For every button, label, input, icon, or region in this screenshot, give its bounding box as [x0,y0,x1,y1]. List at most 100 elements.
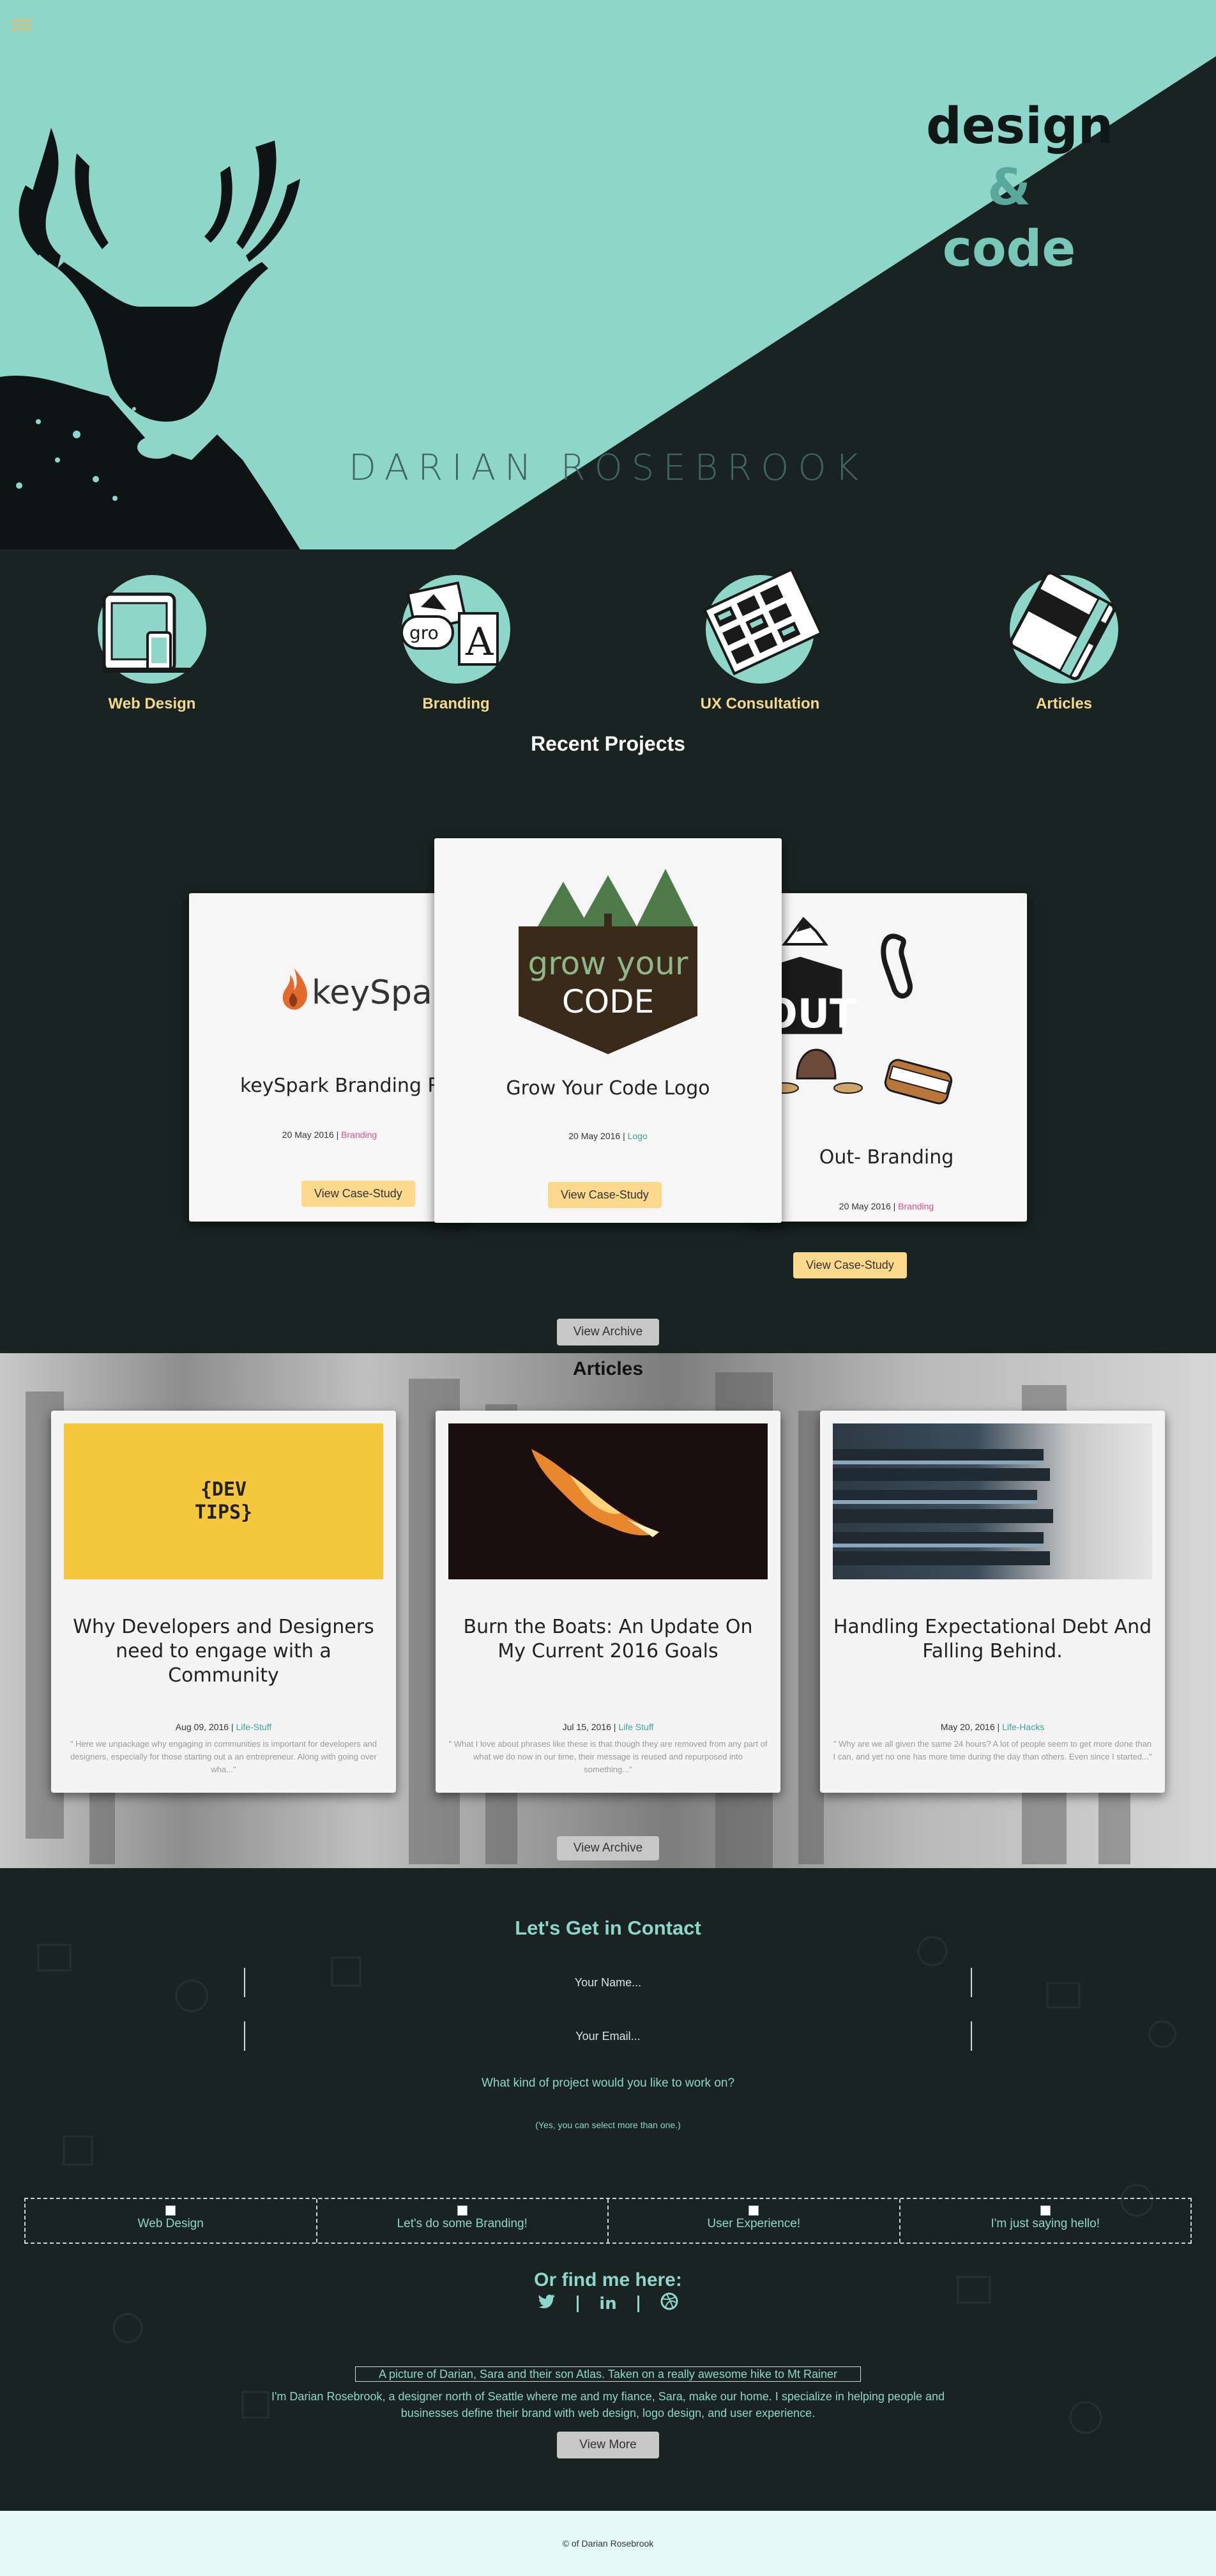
tagline-ampersand: & [987,159,1031,217]
article-meta: May 20, 2016 | Life-Hacks [940,1722,1045,1732]
choice-label: Web Design [137,2217,204,2230]
find-me-title: Or find me here: [534,2269,682,2290]
article-image-books [833,1423,1152,1579]
broken-image-icon [165,2205,176,2216]
dribbble-icon[interactable] [660,2292,678,2315]
contact-title: Let's Get in Contact [515,1917,701,1939]
social-links: in [0,2292,1216,2315]
project-date: 20 May 2016 [282,1130,334,1140]
about-text: I'm Darian Rosebrook, a designer north o… [271,2390,945,2419]
services-row: Web Design gro A Branding UX Consultatio… [0,567,1216,722]
broken-image-icon [457,2205,467,2216]
project-question: What kind of project would you like to w… [481,2076,735,2090]
project-date: 20 May 2016 [568,1131,621,1141]
project-meta: 20 May 2016 | Logo [568,1131,648,1141]
service-ux-consultation[interactable]: UX Consultation [677,567,843,713]
tagline-design: design [926,98,1114,155]
twitter-icon[interactable] [538,2294,556,2313]
branding-icon: gro A [400,575,510,684]
hamburger-menu-icon[interactable] [11,17,32,32]
grow-your-code-logo: grow your CODE [519,869,697,1054]
article-excerpt: " What I love about phrases like these i… [448,1739,768,1774]
project-type-choices: Web Design Let's do some Branding! User … [24,2198,1192,2244]
choice-branding[interactable]: Let's do some Branding! [317,2199,609,2242]
service-branding[interactable]: gro A Branding [373,575,539,713]
article-category[interactable]: Life-Stuff [236,1722,271,1732]
choice-web-design[interactable]: Web Design [26,2199,317,2242]
hero-name: DARIAN ROSEBROOK [348,447,868,489]
article-excerpt: " Why are we all given the same 24 hours… [833,1739,1152,1761]
article-card[interactable]: Burn the Boats: An Update On My Current … [436,1411,780,1793]
choice-saying-hello[interactable]: I'm just saying hello! [901,2199,1191,2242]
service-web-design[interactable]: Web Design [69,575,235,713]
article-title[interactable]: Burn the Boats: An Update On My Current … [448,1615,768,1664]
project-category[interactable]: Logo [628,1131,648,1141]
project-title: Out- Branding [819,1146,954,1169]
article-card[interactable]: Handling Expectational Debt And Falling … [820,1411,1165,1793]
about-photo-broken-image: A picture of Darian, Sara and their son … [355,2366,861,2382]
flame-icon [282,969,308,1010]
project-meta: 20 May 2016 | Branding [282,1130,377,1140]
dev-tips-logo: {DEV TIPS} [194,1478,253,1524]
choice-label: Let's do some Branding! [397,2217,528,2230]
view-more-button[interactable]: View More [557,2432,659,2458]
article-excerpt: " Here we unpackage why engaging in comm… [70,1739,377,1774]
svg-text:A: A [465,620,494,664]
article-meta: Aug 09, 2016 | Life-Stuff [175,1722,272,1732]
choice-label: User Experience! [707,2217,801,2230]
broken-image-icon [1040,2205,1051,2216]
wireframes-icon [703,567,821,684]
service-label: Articles [1035,695,1093,712]
article-date: May 20, 2016 [940,1722,995,1732]
service-label: UX Consultation [700,695,820,712]
project-date: 20 May 2016 [839,1201,891,1211]
email-input[interactable]: Your Email... [244,2021,972,2051]
footer-copyright: © of Darian Rosebrook [562,2538,654,2549]
hero: design & code DARIAN ROSEBROOK [0,0,1216,549]
project-title: Grow Your Code Logo [506,1077,710,1100]
tagline-code: code [942,220,1076,278]
project-category[interactable]: Branding [898,1201,934,1211]
service-articles[interactable]: Articles [981,571,1147,713]
project-question-hint: (Yes, you can select more than one.) [535,2120,681,2130]
article-card[interactable]: {DEV TIPS} Why Developers and Designers … [51,1411,396,1793]
article-image-fire [448,1423,768,1579]
view-case-study-button[interactable]: View Case-Study [793,1252,907,1278]
article-title[interactable]: Handling Expectational Debt And Falling … [833,1615,1152,1664]
article-meta: Jul 15, 2016 | Life Stuff [562,1722,654,1732]
view-case-study-button[interactable]: View Case-Study [548,1182,662,1208]
article-image-dev-tips: {DEV TIPS} [64,1423,383,1579]
choice-user-experience[interactable]: User Experience! [609,2199,901,2242]
project-meta: 20 May 2016 | Branding [839,1201,934,1211]
article-category[interactable]: Life Stuff [618,1722,653,1732]
svg-text:gro: gro [409,622,439,643]
service-label: Web Design [108,695,196,712]
service-label: Branding [422,695,490,712]
view-case-study-button[interactable]: View Case-Study [301,1181,415,1207]
logo-text-grow: grow your [528,945,688,982]
project-card-out[interactable]: OUT Out- Branding 20 May 2016 | Branding [746,893,1027,1222]
recent-projects-title: Recent Projects [531,732,685,755]
article-category[interactable]: Life-Hacks [1002,1722,1044,1732]
projects-view-archive-button[interactable]: View Archive [557,1319,659,1346]
project-category[interactable]: Branding [341,1130,377,1140]
devices-icon [98,575,206,684]
social-separator [576,2295,579,2312]
logo-text-code: CODE [562,983,654,1020]
notebook-icon [1009,571,1118,684]
name-input[interactable]: Your Name... [244,1968,972,1997]
articles-title: Articles [572,1358,644,1379]
project-card-grow-your-code[interactable]: grow your CODE Grow Your Code Logo 20 Ma… [434,838,782,1223]
social-separator [637,2295,640,2312]
article-title[interactable]: Why Developers and Designers need to eng… [64,1615,383,1688]
hero-tagline: design & code [926,96,1114,280]
project-card-keyspark[interactable]: keySpark keySpark Branding Redesign 20 M… [189,893,470,1222]
linkedin-icon[interactable]: in [599,2294,616,2313]
article-date: Jul 15, 2016 [562,1722,611,1732]
footer: © of Darian Rosebrook [0,2511,1216,2576]
out-branding-illustration: OUT [758,916,953,1105]
article-date: Aug 09, 2016 [175,1722,229,1732]
choice-label: I'm just saying hello! [991,2217,1100,2230]
broken-image-icon [749,2205,759,2216]
articles-view-archive-button[interactable]: View Archive [557,1836,659,1860]
